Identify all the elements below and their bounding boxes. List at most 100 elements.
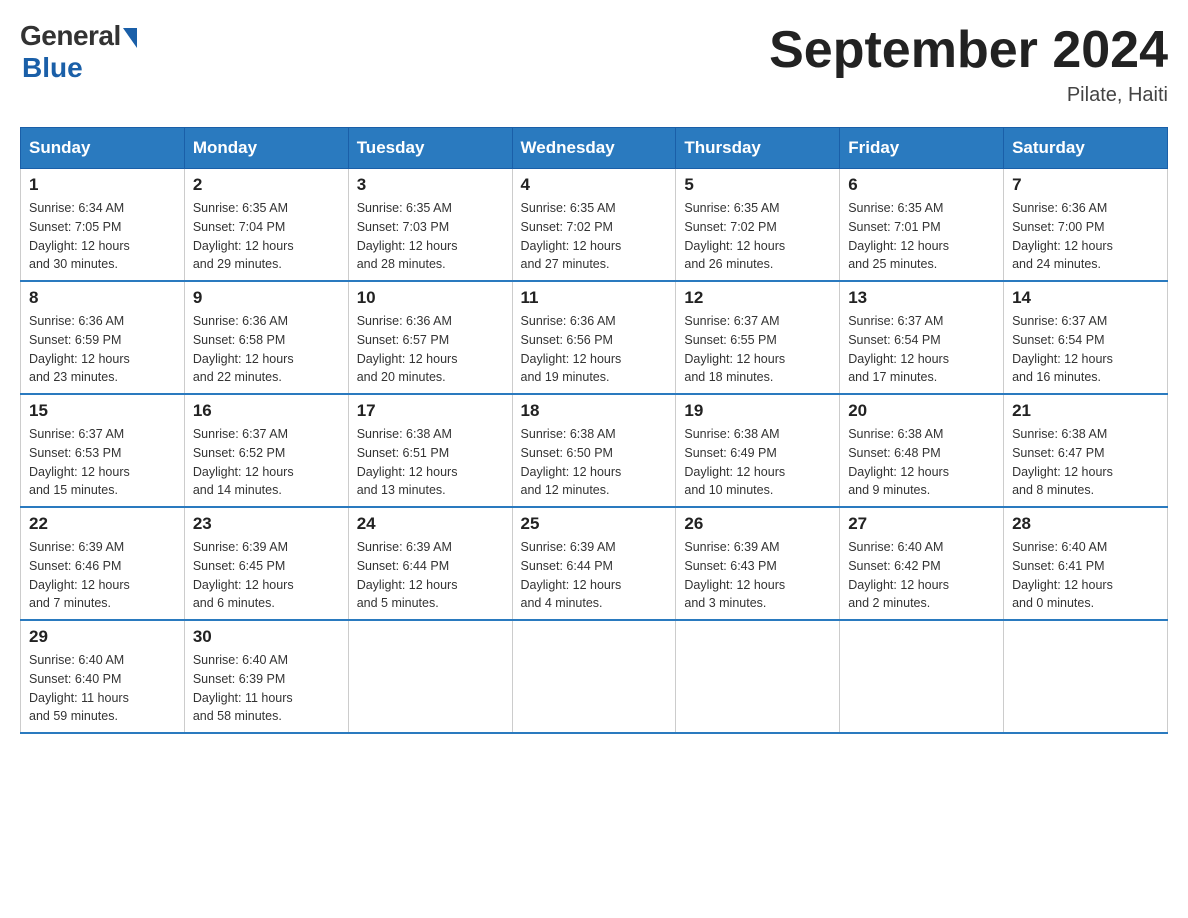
calendar-week-row: 29 Sunrise: 6:40 AMSunset: 6:40 PMDayligh… (21, 620, 1168, 733)
calendar-day-cell: 26Sunrise: 6:39 AMSunset: 6:43 PMDayligh… (676, 507, 840, 620)
calendar-day-cell: 22 Sunrise: 6:39 AMSunset: 6:46 PMDayligh… (21, 507, 185, 620)
calendar-week-row: 15Sunrise: 6:37 AMSunset: 6:53 PMDayligh… (21, 394, 1168, 507)
day-info: Sunrise: 6:39 AMSunset: 6:44 PMDaylight:… (521, 538, 668, 613)
day-number: 27 (848, 514, 995, 534)
day-number: 30 (193, 627, 340, 647)
day-number: 25 (521, 514, 668, 534)
day-info: Sunrise: 6:36 AMSunset: 6:59 PMDaylight:… (29, 312, 176, 387)
weekday-header-sunday: Sunday (21, 128, 185, 169)
day-info: Sunrise: 6:38 AMSunset: 6:48 PMDaylight:… (848, 425, 995, 500)
day-number: 5 (684, 175, 831, 195)
calendar-day-cell: 15Sunrise: 6:37 AMSunset: 6:53 PMDayligh… (21, 394, 185, 507)
calendar-day-cell: 7 Sunrise: 6:36 AMSunset: 7:00 PMDaylight… (1004, 169, 1168, 282)
day-number: 26 (684, 514, 831, 534)
day-info: Sunrise: 6:38 AMSunset: 6:47 PMDaylight:… (1012, 425, 1159, 500)
day-number: 21 (1012, 401, 1159, 421)
calendar-day-cell: 1 Sunrise: 6:34 AMSunset: 7:05 PMDaylight… (21, 169, 185, 282)
day-number: 8 (29, 288, 176, 308)
calendar-day-cell: 29 Sunrise: 6:40 AMSunset: 6:40 PMDayligh… (21, 620, 185, 733)
day-number: 10 (357, 288, 504, 308)
day-info: Sunrise: 6:38 AMSunset: 6:50 PMDaylight:… (521, 425, 668, 500)
day-info: Sunrise: 6:40 AMSunset: 6:42 PMDaylight:… (848, 538, 995, 613)
calendar-week-row: 22 Sunrise: 6:39 AMSunset: 6:46 PMDayligh… (21, 507, 1168, 620)
logo-blue-text: Blue (22, 52, 83, 84)
day-info: Sunrise: 6:37 AMSunset: 6:53 PMDaylight:… (29, 425, 176, 500)
day-number: 7 (1012, 175, 1159, 195)
day-number: 23 (193, 514, 340, 534)
day-info: Sunrise: 6:40 AMSunset: 6:41 PMDaylight:… (1012, 538, 1159, 613)
weekday-header-wednesday: Wednesday (512, 128, 676, 169)
day-info: Sunrise: 6:35 AMSunset: 7:02 PMDaylight:… (684, 199, 831, 274)
calendar-day-cell: 10 Sunrise: 6:36 AMSunset: 6:57 PMDayligh… (348, 281, 512, 394)
calendar-day-cell: 4 Sunrise: 6:35 AMSunset: 7:02 PMDaylight… (512, 169, 676, 282)
calendar-day-cell: 17 Sunrise: 6:38 AMSunset: 6:51 PMDayligh… (348, 394, 512, 507)
day-info: Sunrise: 6:36 AMSunset: 6:57 PMDaylight:… (357, 312, 504, 387)
day-info: Sunrise: 6:38 AMSunset: 6:49 PMDaylight:… (684, 425, 831, 500)
calendar-day-cell: 27 Sunrise: 6:40 AMSunset: 6:42 PMDayligh… (840, 507, 1004, 620)
day-number: 24 (357, 514, 504, 534)
calendar-day-cell: 18 Sunrise: 6:38 AMSunset: 6:50 PMDayligh… (512, 394, 676, 507)
day-number: 11 (521, 288, 668, 308)
day-number: 29 (29, 627, 176, 647)
calendar-day-cell: 6 Sunrise: 6:35 AMSunset: 7:01 PMDaylight… (840, 169, 1004, 282)
location-text: Pilate, Haiti (769, 84, 1168, 107)
page-header: General Blue September 2024 Pilate, Hait… (20, 20, 1168, 107)
day-info: Sunrise: 6:35 AMSunset: 7:03 PMDaylight:… (357, 199, 504, 274)
calendar-day-cell: 28 Sunrise: 6:40 AMSunset: 6:41 PMDayligh… (1004, 507, 1168, 620)
day-number: 1 (29, 175, 176, 195)
calendar-day-cell: 8 Sunrise: 6:36 AMSunset: 6:59 PMDaylight… (21, 281, 185, 394)
day-info: Sunrise: 6:37 AMSunset: 6:54 PMDaylight:… (1012, 312, 1159, 387)
day-number: 4 (521, 175, 668, 195)
day-number: 9 (193, 288, 340, 308)
day-number: 12 (684, 288, 831, 308)
weekday-header-saturday: Saturday (1004, 128, 1168, 169)
day-number: 20 (848, 401, 995, 421)
day-info: Sunrise: 6:36 AMSunset: 6:58 PMDaylight:… (193, 312, 340, 387)
day-number: 28 (1012, 514, 1159, 534)
calendar-day-cell: 9 Sunrise: 6:36 AMSunset: 6:58 PMDaylight… (184, 281, 348, 394)
calendar-day-cell: 23 Sunrise: 6:39 AMSunset: 6:45 PMDayligh… (184, 507, 348, 620)
day-number: 6 (848, 175, 995, 195)
calendar-day-cell: 12Sunrise: 6:37 AMSunset: 6:55 PMDayligh… (676, 281, 840, 394)
day-info: Sunrise: 6:40 AMSunset: 6:40 PMDaylight:… (29, 651, 176, 726)
logo-general-text: General (20, 20, 121, 52)
calendar-day-cell: 21 Sunrise: 6:38 AMSunset: 6:47 PMDayligh… (1004, 394, 1168, 507)
calendar-week-row: 8 Sunrise: 6:36 AMSunset: 6:59 PMDaylight… (21, 281, 1168, 394)
empty-cell (1004, 620, 1168, 733)
calendar-day-cell: 3Sunrise: 6:35 AMSunset: 7:03 PMDaylight… (348, 169, 512, 282)
calendar-day-cell: 13Sunrise: 6:37 AMSunset: 6:54 PMDayligh… (840, 281, 1004, 394)
day-info: Sunrise: 6:36 AMSunset: 7:00 PMDaylight:… (1012, 199, 1159, 274)
day-info: Sunrise: 6:35 AMSunset: 7:01 PMDaylight:… (848, 199, 995, 274)
day-info: Sunrise: 6:37 AMSunset: 6:54 PMDaylight:… (848, 312, 995, 387)
day-info: Sunrise: 6:39 AMSunset: 6:46 PMDaylight:… (29, 538, 176, 613)
day-info: Sunrise: 6:35 AMSunset: 7:04 PMDaylight:… (193, 199, 340, 274)
weekday-header-monday: Monday (184, 128, 348, 169)
weekday-header-thursday: Thursday (676, 128, 840, 169)
day-info: Sunrise: 6:40 AMSunset: 6:39 PMDaylight:… (193, 651, 340, 726)
calendar-week-row: 1 Sunrise: 6:34 AMSunset: 7:05 PMDaylight… (21, 169, 1168, 282)
day-number: 14 (1012, 288, 1159, 308)
day-info: Sunrise: 6:39 AMSunset: 6:45 PMDaylight:… (193, 538, 340, 613)
empty-cell (840, 620, 1004, 733)
weekday-header-friday: Friday (840, 128, 1004, 169)
title-section: September 2024 Pilate, Haiti (769, 20, 1168, 107)
calendar-table: SundayMondayTuesdayWednesdayThursdayFrid… (20, 127, 1168, 734)
day-info: Sunrise: 6:39 AMSunset: 6:44 PMDaylight:… (357, 538, 504, 613)
day-info: Sunrise: 6:35 AMSunset: 7:02 PMDaylight:… (521, 199, 668, 274)
calendar-header-row: SundayMondayTuesdayWednesdayThursdayFrid… (21, 128, 1168, 169)
day-info: Sunrise: 6:38 AMSunset: 6:51 PMDaylight:… (357, 425, 504, 500)
day-number: 16 (193, 401, 340, 421)
empty-cell (676, 620, 840, 733)
day-info: Sunrise: 6:36 AMSunset: 6:56 PMDaylight:… (521, 312, 668, 387)
calendar-day-cell: 30 Sunrise: 6:40 AMSunset: 6:39 PMDayligh… (184, 620, 348, 733)
calendar-day-cell: 11 Sunrise: 6:36 AMSunset: 6:56 PMDayligh… (512, 281, 676, 394)
calendar-day-cell: 24 Sunrise: 6:39 AMSunset: 6:44 PMDayligh… (348, 507, 512, 620)
day-number: 22 (29, 514, 176, 534)
weekday-header-tuesday: Tuesday (348, 128, 512, 169)
day-number: 19 (684, 401, 831, 421)
day-info: Sunrise: 6:34 AMSunset: 7:05 PMDaylight:… (29, 199, 176, 274)
day-number: 17 (357, 401, 504, 421)
day-number: 18 (521, 401, 668, 421)
calendar-day-cell: 19 Sunrise: 6:38 AMSunset: 6:49 PMDayligh… (676, 394, 840, 507)
logo: General Blue (20, 20, 137, 84)
